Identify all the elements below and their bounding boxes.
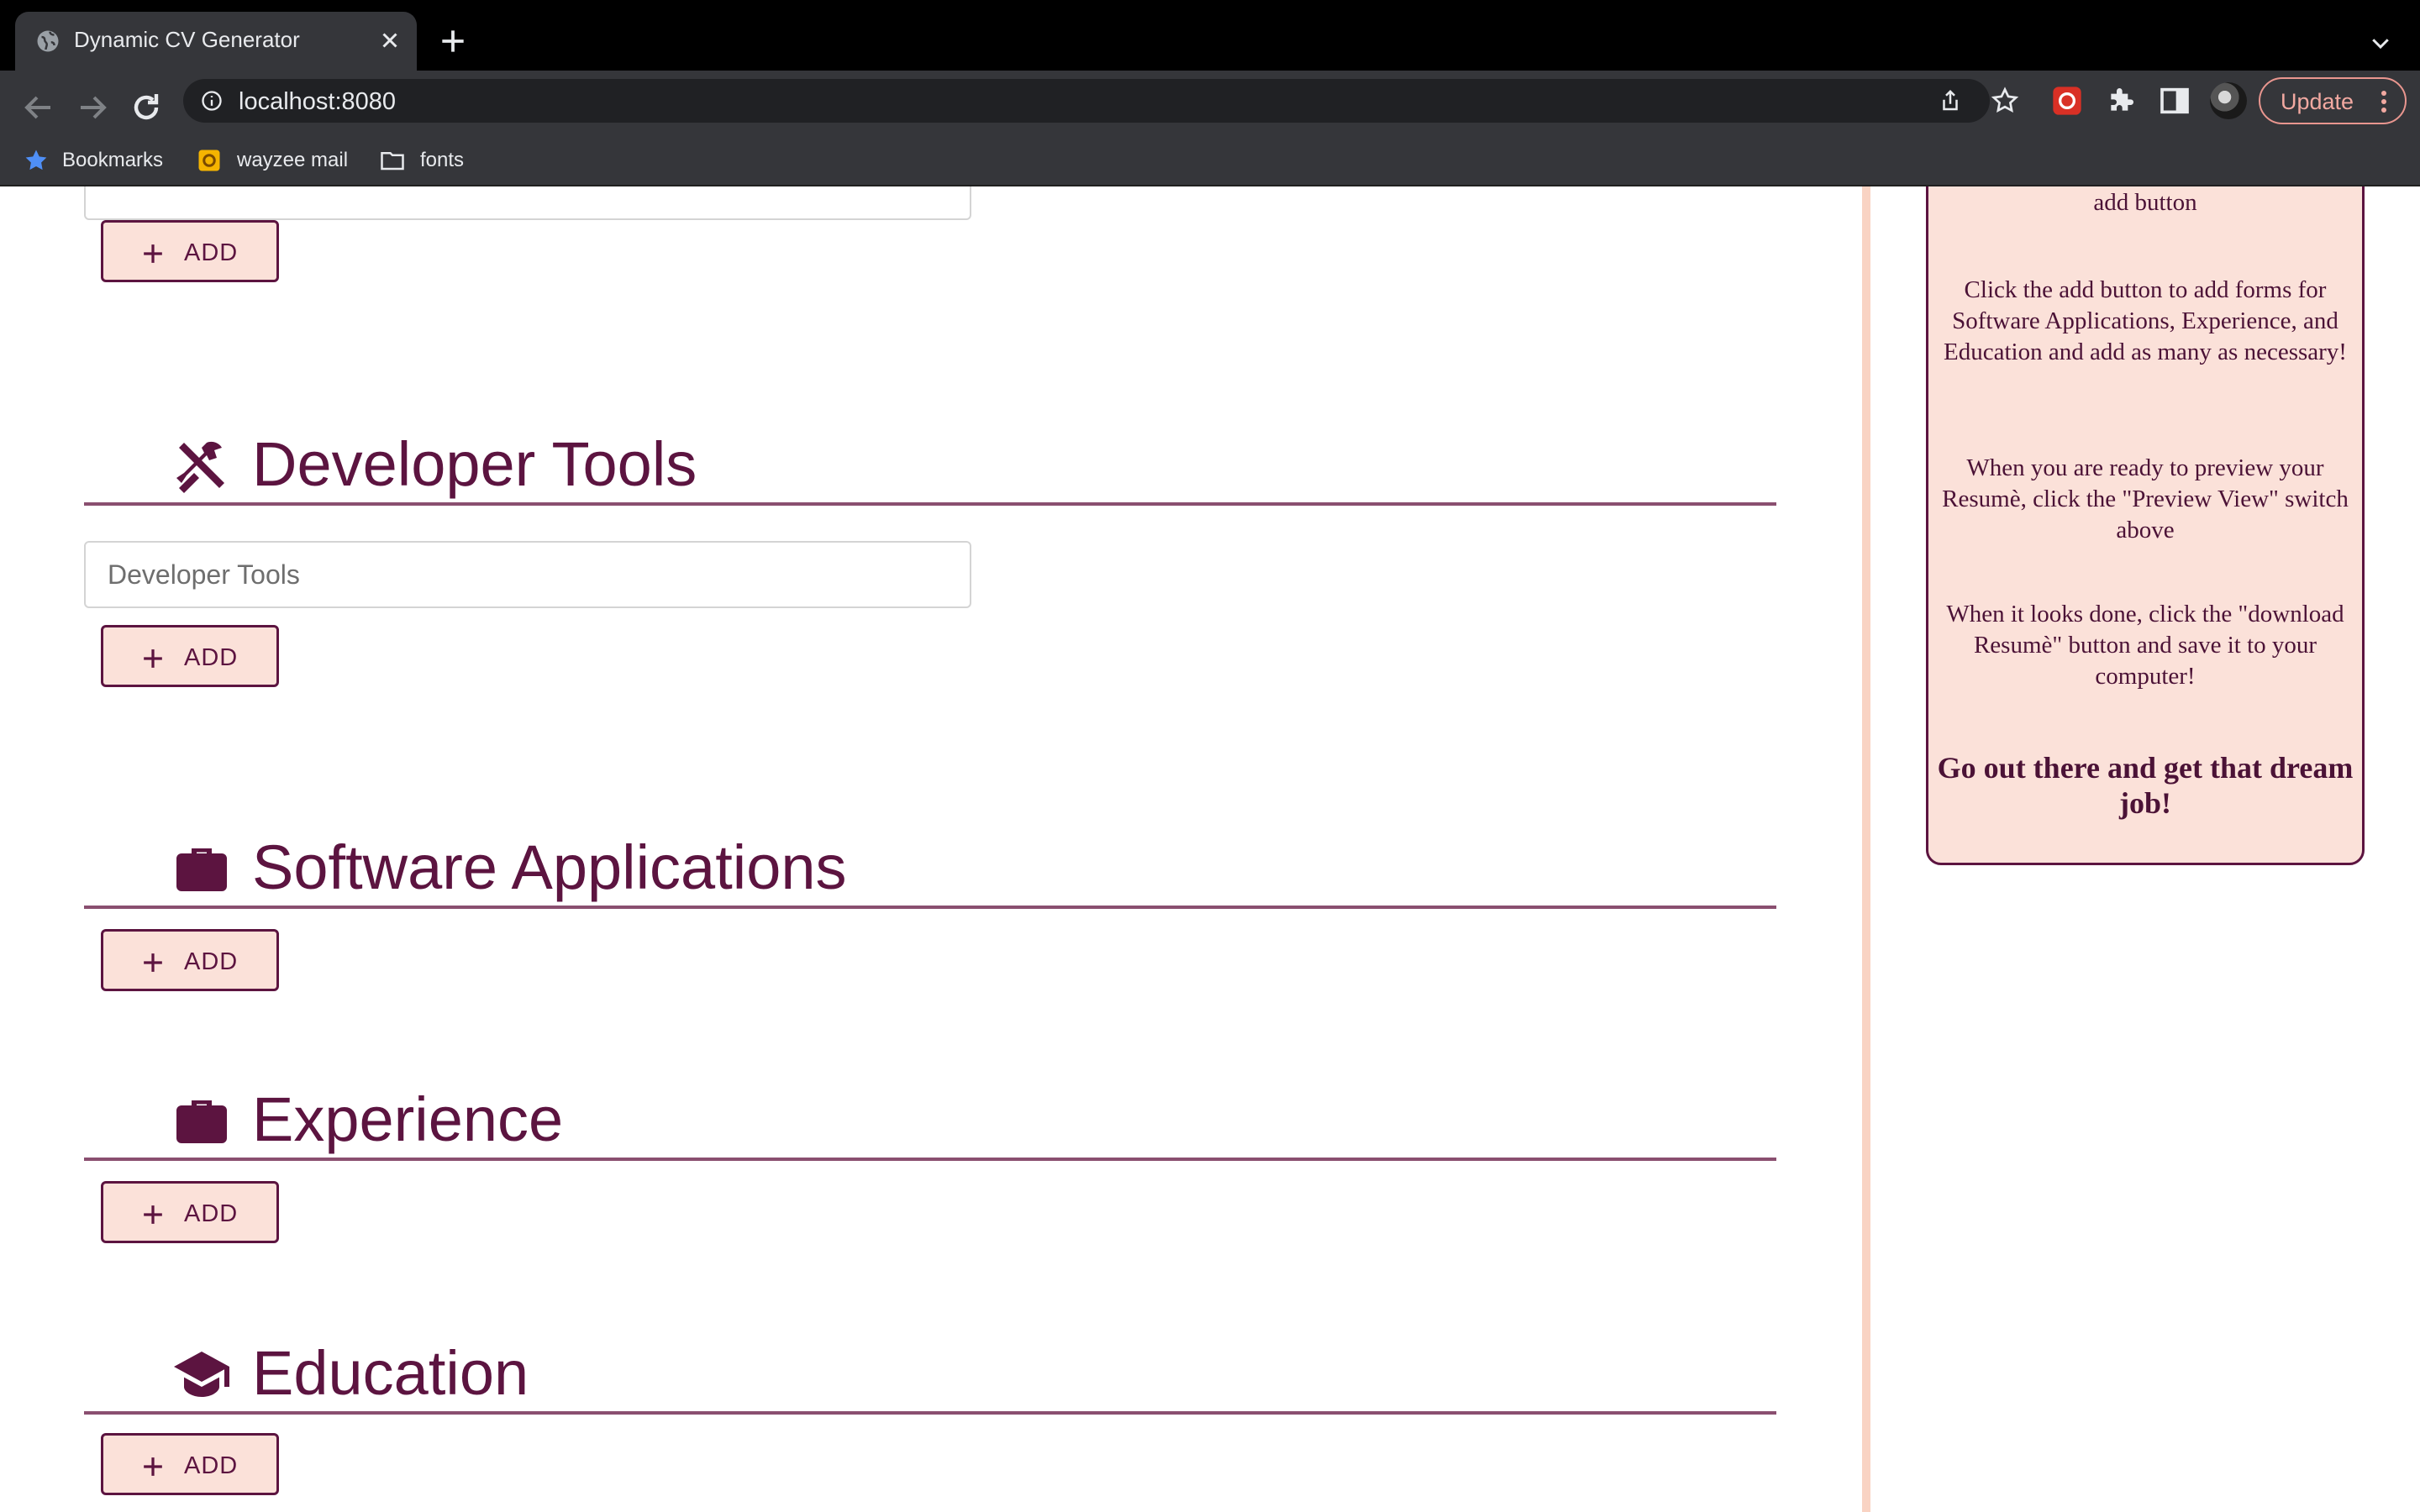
add-experience-button[interactable]: ADD	[101, 1181, 279, 1243]
globe-icon	[37, 30, 59, 52]
plus-icon	[144, 1457, 162, 1476]
add-button-label: ADD	[184, 239, 239, 266]
developer-tools-input[interactable]	[84, 541, 971, 608]
extension-icon[interactable]	[2050, 84, 2084, 118]
section-title: Developer Tools	[252, 429, 697, 499]
add-button-label: ADD	[184, 1200, 239, 1227]
add-button-label: ADD	[184, 644, 239, 671]
section-header-experience: Experience	[84, 1084, 1776, 1161]
briefcase-icon	[176, 1100, 227, 1143]
plus-icon	[144, 244, 162, 263]
section-title: Education	[252, 1338, 529, 1408]
bookmark-label: wayzee mail	[237, 149, 349, 171]
section-title: Software Applications	[252, 832, 847, 902]
instructions-preview: When you are ready to preview your Resum…	[1942, 454, 2349, 543]
forward-icon[interactable]	[72, 87, 113, 128]
bookmark-label: Bookmarks	[62, 149, 164, 171]
graduation-cap-icon	[174, 1352, 229, 1397]
share-icon[interactable]	[1938, 87, 1963, 114]
add-software-application-button[interactable]: ADD	[101, 929, 279, 991]
chevron-down-icon[interactable]	[2368, 30, 2393, 55]
update-button[interactable]: Update	[2259, 77, 2407, 124]
back-icon[interactable]	[18, 87, 59, 128]
bookmarks-bar: Bookmarks wayzee mail fonts	[0, 134, 2420, 186]
section-title: Experience	[252, 1084, 564, 1154]
plus-icon	[144, 1205, 162, 1224]
previous-section-text-field[interactable]	[86, 186, 970, 218]
add-button-label: ADD	[184, 1452, 239, 1479]
new-tab-icon[interactable]	[437, 25, 469, 57]
add-education-button[interactable]: ADD	[101, 1433, 279, 1495]
puzzle-icon[interactable]	[2104, 84, 2138, 118]
mail-icon	[198, 150, 220, 171]
bookmark-label: fonts	[420, 149, 465, 171]
developer-tools-text-field[interactable]	[86, 543, 970, 606]
instructions-panel: add button Click the add button to add f…	[1926, 186, 2365, 865]
address-bar[interactable]: localhost:8080	[183, 79, 2019, 123]
panel-divider	[1862, 186, 1870, 1512]
page-viewport: ADD Developer Tools ADD Software Applica…	[0, 186, 2420, 1512]
tools-icon	[176, 441, 224, 493]
star-icon	[25, 150, 47, 171]
section-header-software-applications: Software Applications	[84, 832, 1776, 909]
briefcase-icon	[176, 848, 227, 891]
reload-icon[interactable]	[126, 87, 166, 128]
instructions-download: When it looks done, click the "download …	[1946, 601, 2344, 690]
tab-title: Dynamic CV Generator	[74, 27, 300, 52]
side-panel-icon[interactable]	[2158, 84, 2191, 118]
add-button-label: ADD	[184, 948, 239, 975]
more-options-icon[interactable]	[2378, 89, 2390, 114]
plus-icon	[144, 953, 162, 972]
section-header-education: Education	[84, 1338, 1776, 1415]
browser-tab-strip: Dynamic CV Generator	[0, 0, 2420, 71]
instructions-motivation: Go out there and get that dream job!	[1937, 751, 2354, 820]
bookmark-star-icon[interactable]	[1990, 86, 2020, 116]
folder-icon	[381, 152, 404, 171]
url-text: localhost:8080	[239, 88, 397, 115]
site-info-icon[interactable]	[200, 89, 224, 113]
add-developer-tool-button[interactable]: ADD	[101, 625, 279, 687]
add-button[interactable]: ADD	[101, 220, 279, 282]
close-tab-icon[interactable]	[375, 25, 405, 55]
browser-tab[interactable]: Dynamic CV Generator	[15, 12, 417, 71]
plus-icon	[144, 649, 162, 668]
instructions-add-forms: Click the add button to add forms for So…	[1944, 276, 2347, 365]
section-header-developer-tools: Developer Tools	[84, 429, 1776, 506]
update-label: Update	[2281, 89, 2354, 114]
previous-section-input[interactable]	[84, 186, 971, 220]
profile-avatar[interactable]	[2210, 82, 2247, 119]
instructions-partial-text: add button	[2093, 189, 2197, 216]
